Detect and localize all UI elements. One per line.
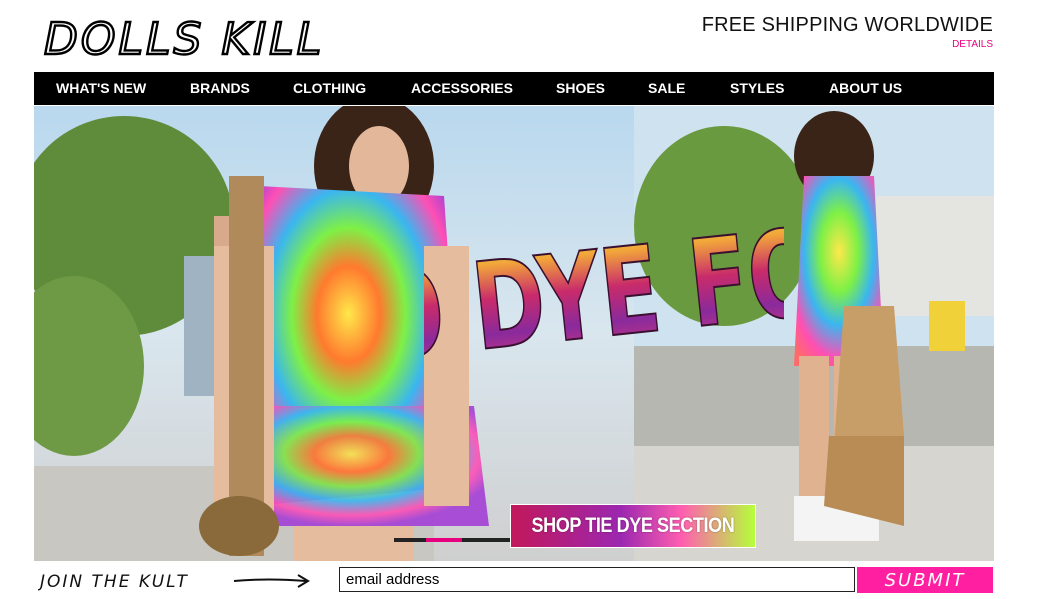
shipping-promo: FREE SHIPPING WORLDWIDE DETAILS	[702, 14, 993, 50]
logo-wordmark: DOLLS KILL	[43, 13, 324, 66]
dolls-kill-logo[interactable]: DOLLS KILL	[40, 10, 360, 66]
nav-item-shoes[interactable]: SHOES	[556, 80, 605, 96]
submit-label: SUBMIT	[884, 569, 966, 591]
nav-item-brands[interactable]: BRANDS	[190, 80, 250, 96]
join-the-kult-art: JOIN THE KULT	[37, 572, 310, 592]
hero-headline-art: TO DYE FOR	[424, 194, 784, 395]
join-the-kult: JOIN THE KULT	[37, 566, 314, 594]
nav-item-sale[interactable]: SALE	[648, 80, 685, 96]
nav-item-whats-new[interactable]: WHAT'S NEW	[56, 80, 146, 96]
logo-text: DOLLS KILL	[44, 14, 324, 65]
submit-button[interactable]: SUBMIT	[857, 567, 993, 593]
promo-title: FREE SHIPPING WORLDWIDE	[701, 14, 993, 36]
join-text: JOIN THE KULT	[38, 572, 189, 592]
hero-banner[interactable]: TO DYE FOR SHOP TIE DYE SECTION	[34, 106, 994, 561]
shop-tie-dye-label: SHOP TIE DYE SECTION	[531, 514, 735, 537]
promo-details-link[interactable]: DETAILS	[702, 39, 993, 50]
nav-item-styles[interactable]: STYLES	[730, 80, 784, 96]
nav-item-about-us[interactable]: ABOUT US	[829, 80, 902, 96]
nav-item-accessories[interactable]: ACCESSORIES	[411, 80, 513, 96]
hero-headline-text: TO DYE FOR	[424, 195, 784, 395]
main-nav: WHAT'S NEW BRANDS CLOTHING ACCESSORIES S…	[34, 72, 994, 105]
email-field[interactable]	[339, 567, 855, 592]
shop-tie-dye-button[interactable]: SHOP TIE DYE SECTION	[510, 504, 756, 548]
nav-item-clothing[interactable]: CLOTHING	[293, 80, 366, 96]
carousel-indicator-active	[426, 538, 462, 542]
arrow-right-icon	[233, 578, 307, 582]
